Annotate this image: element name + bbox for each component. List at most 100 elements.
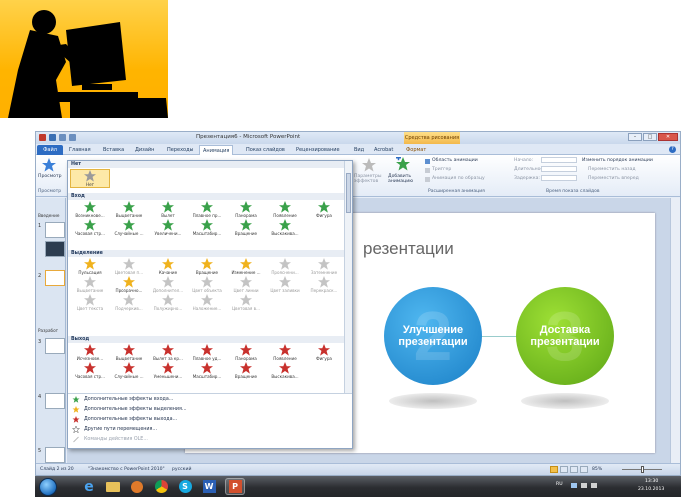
powerpoint-taskbar-icon[interactable]: P bbox=[225, 478, 245, 495]
animation-emphasis-item[interactable]: Наложение... bbox=[187, 294, 227, 313]
help-icon[interactable]: ? bbox=[669, 146, 676, 153]
animation-emphasis-item[interactable]: Цвет объекта bbox=[187, 276, 227, 295]
move-earlier-button[interactable]: Переместить назад bbox=[588, 167, 636, 172]
animation-entrance-item[interactable]: Появление bbox=[265, 201, 305, 220]
vertical-scrollbar[interactable] bbox=[670, 198, 680, 465]
tab-design[interactable]: Дизайн bbox=[135, 145, 154, 155]
zoom-slider-handle[interactable] bbox=[641, 466, 644, 473]
animation-entrance-item[interactable]: Часовая стр... bbox=[70, 219, 110, 238]
language-indicator[interactable]: русский bbox=[172, 467, 191, 472]
animation-exit-item[interactable]: Вращение bbox=[226, 362, 266, 381]
gallery-scrollbar[interactable] bbox=[344, 161, 352, 393]
slide-title[interactable]: резентации bbox=[363, 239, 454, 259]
animation-entrance-item[interactable]: Фигура bbox=[304, 201, 344, 220]
more-entrance-effects-link[interactable]: Дополнительные эффекты входа... bbox=[72, 396, 173, 403]
animation-emphasis-item[interactable]: Прояснени... bbox=[265, 258, 305, 277]
internet-explorer-icon[interactable]: e bbox=[79, 478, 99, 495]
animation-emphasis-item[interactable]: Пульсация bbox=[70, 258, 110, 277]
tab-file[interactable]: Файл bbox=[37, 145, 63, 155]
animation-exit-item[interactable]: Уменьшени... bbox=[148, 362, 188, 381]
more-exit-effects-link[interactable]: Дополнительные эффекты выхода... bbox=[72, 416, 177, 423]
animation-entrance-item[interactable]: Возникнове... bbox=[70, 201, 110, 220]
slide-thumbnail-4[interactable] bbox=[45, 393, 65, 409]
redo-icon[interactable] bbox=[69, 134, 76, 141]
circle-deliver-presentation[interactable]: 3 Доставка презентации bbox=[516, 287, 614, 385]
word-icon[interactable]: W bbox=[199, 478, 219, 495]
animation-emphasis-item[interactable]: Изменение ... bbox=[226, 258, 266, 277]
animation-exit-item[interactable]: Плавное уд... bbox=[187, 344, 227, 363]
keyboard-language[interactable]: RU bbox=[556, 482, 563, 487]
animation-exit-item[interactable]: Случайные ... bbox=[109, 362, 149, 381]
tab-acrobat[interactable]: Acrobat bbox=[374, 145, 393, 155]
gallery-scrollbar-thumb[interactable] bbox=[346, 173, 351, 213]
tab-review[interactable]: Рецензирование bbox=[296, 145, 340, 155]
animation-entrance-item[interactable]: Панорама bbox=[226, 201, 266, 220]
clock-time[interactable]: 13:30 bbox=[645, 479, 658, 484]
animation-exit-item[interactable]: Выцветание bbox=[109, 344, 149, 363]
animation-entrance-item[interactable]: Вылет bbox=[148, 201, 188, 220]
animation-entrance-item[interactable]: Случайные ... bbox=[109, 219, 149, 238]
trigger-button[interactable]: Триггер bbox=[432, 167, 451, 172]
tab-insert[interactable]: Вставка bbox=[103, 145, 124, 155]
animation-entrance-item[interactable]: Вращение bbox=[226, 219, 266, 238]
animation-emphasis-item[interactable]: Качание bbox=[148, 258, 188, 277]
chrome-icon[interactable] bbox=[151, 478, 171, 495]
animation-exit-item[interactable]: Масштабир... bbox=[187, 362, 227, 381]
slide-thumbnail-3[interactable] bbox=[45, 338, 65, 354]
file-explorer-icon[interactable] bbox=[103, 478, 123, 495]
ole-action-verbs-link[interactable]: Команды действия OLE... bbox=[72, 436, 148, 443]
animation-emphasis-item[interactable]: Цвет заливки bbox=[265, 276, 305, 295]
tab-view[interactable]: Вид bbox=[354, 145, 364, 155]
zoom-level[interactable]: 85% bbox=[592, 467, 602, 472]
section-introduction[interactable]: Введение bbox=[38, 213, 59, 218]
animation-emphasis-item[interactable]: Вращение bbox=[187, 258, 227, 277]
animation-emphasis-item[interactable]: Подчеркив... bbox=[109, 294, 149, 313]
maximize-button[interactable]: □ bbox=[643, 133, 657, 141]
tab-format[interactable]: Формат bbox=[406, 145, 426, 155]
animation-emphasis-item[interactable]: Затемнение bbox=[304, 258, 344, 277]
animation-entrance-item[interactable]: Выскакива... bbox=[265, 219, 305, 238]
animation-pane-button[interactable]: Область анимации bbox=[432, 158, 478, 163]
slide-sorter-icon[interactable] bbox=[560, 466, 568, 473]
slide-thumbnail-1[interactable] bbox=[45, 222, 65, 238]
more-emphasis-effects-link[interactable]: Дополнительные эффекты выделения... bbox=[72, 406, 187, 413]
save-icon[interactable] bbox=[49, 134, 56, 141]
animation-exit-item[interactable]: Выскакива... bbox=[265, 362, 305, 381]
animation-entrance-item[interactable]: Масштабир... bbox=[187, 219, 227, 238]
tray-flag-icon[interactable] bbox=[571, 483, 577, 488]
add-animation-button[interactable]: Добавить анимацию bbox=[388, 174, 420, 184]
animation-exit-item[interactable]: Часовая стр... bbox=[70, 362, 110, 381]
animation-painter-button[interactable]: Анимация по образцу bbox=[432, 176, 485, 181]
animation-entrance-item[interactable]: Увеличени... bbox=[148, 219, 188, 238]
effect-options-button[interactable]: Параметры эффектов bbox=[354, 174, 384, 184]
animation-emphasis-item[interactable]: Цвет текста bbox=[70, 294, 110, 313]
animation-entrance-item[interactable]: Выцветание bbox=[109, 201, 149, 220]
clock-date[interactable]: 23.10.2013 bbox=[638, 487, 664, 492]
animation-exit-item[interactable]: Панорама bbox=[226, 344, 266, 363]
normal-view-icon[interactable] bbox=[550, 466, 558, 473]
more-motion-paths-link[interactable]: Другие пути перемещения... bbox=[72, 426, 157, 433]
reading-view-icon[interactable] bbox=[570, 466, 578, 473]
tab-transitions[interactable]: Переходы bbox=[167, 145, 194, 155]
powerpoint-app-icon[interactable] bbox=[39, 134, 46, 141]
circle-improve-presentation[interactable]: 2 Улучшение презентации bbox=[384, 287, 482, 385]
animation-exit-item[interactable]: Вылет за кр... bbox=[148, 344, 188, 363]
animation-entrance-item[interactable]: Плавное пр... bbox=[187, 201, 227, 220]
slide-thumbnail-5[interactable] bbox=[45, 447, 65, 463]
close-button[interactable]: ✕ bbox=[658, 133, 678, 141]
slide-thumbnail-powerpoint[interactable] bbox=[45, 241, 65, 257]
animation-exit-item[interactable]: Появление bbox=[265, 344, 305, 363]
animation-emphasis-item[interactable]: Цвет линии bbox=[226, 276, 266, 295]
animation-emphasis-item[interactable]: Выцветание bbox=[70, 276, 110, 295]
tab-slideshow[interactable]: Показ слайдов bbox=[246, 145, 285, 155]
tab-home[interactable]: Главная bbox=[69, 145, 91, 155]
section-development[interactable]: Разработ bbox=[38, 328, 58, 333]
animation-emphasis-item[interactable]: Цветовая п... bbox=[109, 258, 149, 277]
slideshow-view-icon[interactable] bbox=[580, 466, 588, 473]
undo-icon[interactable] bbox=[59, 134, 66, 141]
animation-emphasis-item[interactable]: Полужирно... bbox=[148, 294, 188, 313]
move-later-button[interactable]: Переместить вперед bbox=[588, 176, 639, 181]
animation-emphasis-item[interactable]: Цветовая в... bbox=[226, 294, 266, 313]
preview-button[interactable]: Просмотр bbox=[38, 174, 62, 179]
slide-thumbnail-2[interactable] bbox=[45, 270, 65, 286]
